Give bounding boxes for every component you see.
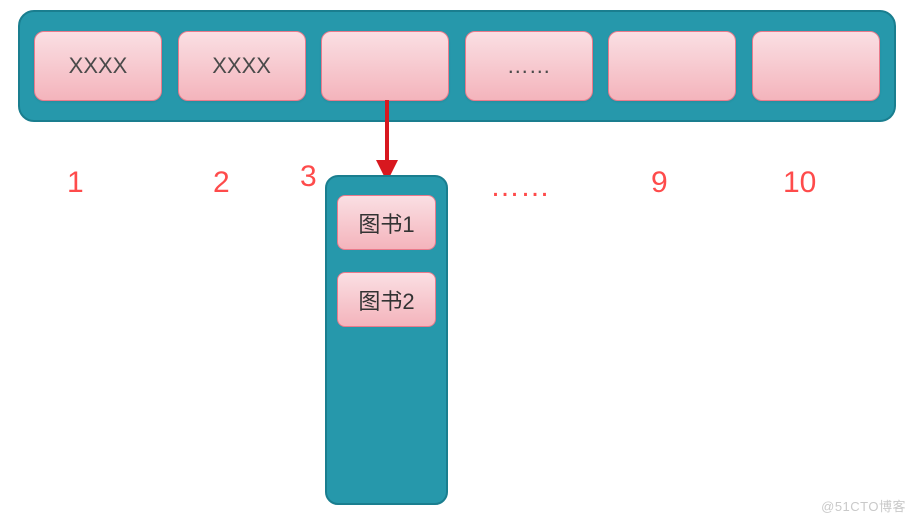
array-slot-2: XXXX xyxy=(178,31,306,101)
slot-label: …… xyxy=(507,53,551,79)
array-slot-4: …… xyxy=(465,31,593,101)
array-slot-1: XXXX xyxy=(34,31,162,101)
index-label-2: 2 xyxy=(213,166,230,200)
slot-label: XXXX xyxy=(69,53,128,79)
bucket-panel: 图书1 图书2 xyxy=(325,175,448,505)
array-panel: XXXX XXXX …… xyxy=(18,10,896,122)
book-label: 图书1 xyxy=(358,207,414,239)
array-slot-5 xyxy=(608,31,736,101)
watermark: @51CTO博客 xyxy=(821,496,906,515)
array-slot-3 xyxy=(321,31,449,101)
arrow-icon xyxy=(379,100,395,182)
index-label-3: 3 xyxy=(300,160,317,194)
index-label-10: 10 xyxy=(783,166,816,200)
book-item-1: 图书1 xyxy=(337,195,436,250)
array-slot-6 xyxy=(752,31,880,101)
slot-label: XXXX xyxy=(212,53,271,79)
book-item-2: 图书2 xyxy=(337,272,436,327)
index-label-ellipsis: …… xyxy=(490,170,550,204)
index-label-9: 9 xyxy=(651,166,668,200)
index-label-1: 1 xyxy=(67,166,84,200)
book-label: 图书2 xyxy=(358,284,414,316)
